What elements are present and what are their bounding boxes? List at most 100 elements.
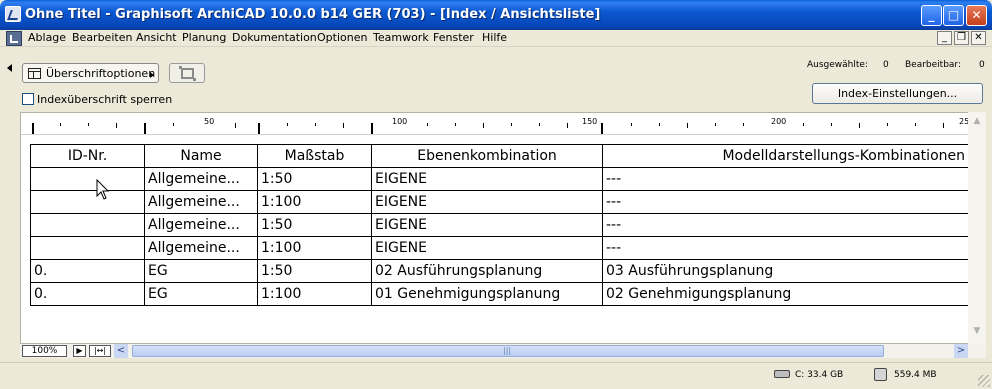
cell-model-view-combination[interactable]: --- — [602, 167, 969, 191]
ruler-minor-tick — [743, 123, 744, 126]
minimize-button[interactable]: _ — [921, 5, 942, 26]
ruler-minor-tick — [455, 123, 456, 126]
menu-bearbeiten[interactable]: Bearbeiten — [72, 31, 132, 44]
column-header-name[interactable]: Name — [144, 144, 258, 168]
column-header-scale[interactable]: Maßstab — [257, 144, 372, 168]
menu-teamwork[interactable]: Teamwork — [373, 31, 429, 44]
collapse-panel-arrow-icon[interactable] — [7, 64, 12, 72]
cell-layer-combination[interactable]: EIGENE — [371, 167, 603, 191]
editable-label: Bearbeitbar: — [905, 60, 962, 70]
memory-text: 559.4 MB — [894, 370, 937, 380]
cell-name[interactable]: Allgemeine... — [144, 167, 258, 191]
cell-id[interactable] — [30, 190, 145, 214]
menu-hilfe[interactable]: Hilfe — [482, 31, 507, 44]
frame-select-icon — [179, 66, 196, 81]
ruler-minor-tick — [173, 123, 174, 126]
cell-scale[interactable]: 1:50 — [257, 259, 372, 283]
archicad-app-icon[interactable] — [5, 6, 21, 22]
maximize-button[interactable]: □ — [943, 5, 964, 26]
ruler-label-150: 150 — [582, 117, 598, 126]
cell-id[interactable] — [30, 167, 145, 191]
menu-planung[interactable]: Planung — [182, 31, 226, 44]
cell-id[interactable] — [30, 213, 145, 237]
scroll-up-icon[interactable]: ▲ — [971, 116, 983, 126]
cell-name[interactable]: Allgemeine... — [144, 213, 258, 237]
cell-name[interactable]: Allgemeine... — [144, 236, 258, 260]
scroll-right-icon[interactable]: > — [954, 344, 968, 358]
cell-id[interactable] — [30, 236, 145, 260]
ruler-minor-tick — [483, 123, 484, 128]
cell-scale[interactable]: 1:50 — [257, 167, 372, 191]
index-document-area[interactable]: 50 100 150 200 25 ... ID-Nr. Name Maßsta… — [20, 112, 986, 344]
ruler-minor-tick — [88, 123, 89, 126]
cell-scale[interactable]: 1:100 — [257, 236, 372, 260]
horizontal-scroll-thumb[interactable]: ||| — [132, 345, 884, 357]
cell-name[interactable]: EG — [144, 259, 258, 283]
cell-id[interactable]: 0. — [30, 282, 145, 306]
horizontal-scroll-bar[interactable]: 100% ▶ |↔| < ||| > — [20, 344, 986, 358]
cell-model-view-combination[interactable]: --- — [602, 213, 969, 237]
fit-width-button[interactable]: |↔| — [89, 345, 111, 357]
table-row[interactable]: 0. EG 1:50 02 Ausführungsplanung 03 Ausf… — [30, 259, 969, 283]
vertical-scrollbar[interactable]: ▲ ▼ — [968, 112, 986, 344]
index-settings-button[interactable]: Index-Einstellungen... — [812, 83, 983, 104]
ruler-minor-tick — [315, 123, 316, 126]
ruler-minor-tick — [235, 123, 236, 128]
table-row[interactable]: Allgemeine... 1:100 EIGENE --- — [30, 236, 969, 260]
zoom-menu-button[interactable]: ▶ — [73, 345, 86, 357]
table-row[interactable]: Allgemeine... 1:100 EIGENE --- — [30, 190, 969, 214]
cell-model-view-combination[interactable]: --- — [602, 236, 969, 260]
cell-layer-combination[interactable]: 01 Genehmigungsplanung — [371, 282, 603, 306]
lock-heading-checkbox[interactable] — [22, 93, 34, 105]
table-row[interactable]: Allgemeine... 1:50 EIGENE --- — [30, 213, 969, 237]
cell-scale[interactable]: 1:100 — [257, 282, 372, 306]
table-row[interactable]: Allgemeine... 1:50 EIGENE --- — [30, 167, 969, 191]
ruler-minor-tick — [687, 123, 688, 128]
cell-model-view-combination[interactable]: --- — [602, 190, 969, 214]
table-row[interactable]: 0. EG 1:100 01 Genehmigungsplanung 02 Ge… — [30, 282, 969, 306]
column-header-model-view-combination[interactable]: Modelldarstellungs-Kombinationen — [602, 144, 969, 168]
menu-optionen[interactable]: Optionen — [317, 31, 367, 44]
doc-minimize-button[interactable]: _ — [937, 31, 952, 45]
doc-close-button[interactable]: ✕ — [971, 31, 986, 45]
resize-grip-icon[interactable] — [978, 375, 990, 387]
heading-options-button[interactable]: Überschriftoptionen — [22, 63, 159, 83]
cell-name[interactable]: EG — [144, 282, 258, 306]
cell-layer-combination[interactable]: EIGENE — [371, 190, 603, 214]
scroll-down-icon[interactable]: ▼ — [971, 326, 983, 336]
cell-layer-combination[interactable]: EIGENE — [371, 213, 603, 237]
cell-name[interactable]: Allgemeine... — [144, 190, 258, 214]
menu-ansicht[interactable]: Ansicht — [136, 31, 177, 44]
document-menu-icon[interactable] — [6, 31, 22, 46]
disk-space-text: C: 33.4 GB — [795, 370, 844, 380]
ruler-major-tick — [32, 123, 34, 134]
disk-drive-icon — [774, 370, 790, 378]
scroll-grip-icon: ||| — [503, 346, 512, 355]
memory-chip-icon — [874, 368, 887, 381]
menu-dokumentation[interactable]: Dokumentation — [232, 31, 317, 44]
menu-ablage[interactable]: Ablage — [28, 31, 66, 44]
cell-id[interactable]: 0. — [30, 259, 145, 283]
cell-scale[interactable]: 1:100 — [257, 190, 372, 214]
ruler-major-tick — [371, 123, 373, 134]
title-bar[interactable]: Ohne Titel - Graphisoft ArchiCAD 10.0.0 … — [0, 0, 992, 30]
cell-layer-combination[interactable]: EIGENE — [371, 236, 603, 260]
zoom-level-field[interactable]: 100% — [22, 345, 67, 357]
ruler-minor-tick — [60, 123, 61, 126]
ruler-label-200: 200 — [771, 117, 787, 126]
ruler-minor-tick — [631, 123, 632, 126]
close-button[interactable]: ✕ — [966, 5, 987, 26]
lock-heading-label: Indexüberschrift sperren — [37, 93, 173, 106]
doc-restore-button[interactable]: ❐ — [954, 31, 969, 45]
ruler-major-tick — [258, 123, 260, 134]
column-header-layer-combination[interactable]: Ebenenkombination — [371, 144, 603, 168]
fit-frame-button[interactable] — [169, 63, 205, 83]
cell-model-view-combination[interactable]: 02 Genehmigungsplanung — [602, 282, 969, 306]
horizontal-ruler[interactable]: 50 100 150 200 25 — [21, 113, 976, 135]
cell-model-view-combination[interactable]: 03 Ausführungsplanung — [602, 259, 969, 283]
scroll-left-icon[interactable]: < — [114, 344, 128, 358]
cell-scale[interactable]: 1:50 — [257, 213, 372, 237]
menu-fenster[interactable]: Fenster — [433, 31, 474, 44]
column-header-id[interactable]: ID-Nr. — [30, 144, 145, 168]
cell-layer-combination[interactable]: 02 Ausführungsplanung — [371, 259, 603, 283]
